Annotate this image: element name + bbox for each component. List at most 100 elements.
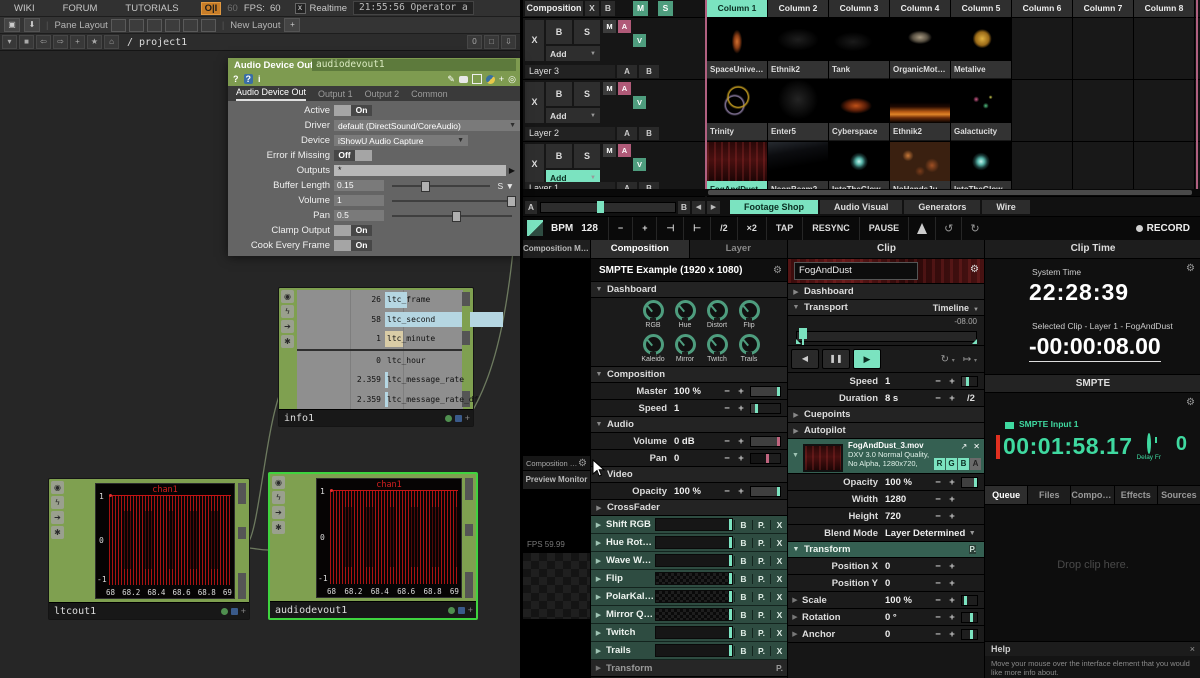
layout-preset-2[interactable] xyxy=(129,19,144,32)
browser-tab[interactable]: Queue xyxy=(985,486,1028,504)
plus-button[interactable]: + xyxy=(945,393,959,404)
browser-tab[interactable]: Compositions xyxy=(1071,486,1114,504)
clip-name[interactable]: Galactucity xyxy=(951,123,1011,140)
status-field[interactable]: 21:55:56 Operator a xyxy=(353,1,474,15)
effect-row[interactable]: ▶ Mirror Quad B P. X xyxy=(591,606,788,624)
minus-button[interactable]: − xyxy=(720,386,734,397)
clip-name[interactable]: SpaceUniverse xyxy=(707,61,767,78)
effect-remove-button[interactable]: X xyxy=(770,592,788,602)
opacity-value[interactable]: 100 % xyxy=(674,486,720,497)
expand-arrow-icon[interactable]: ▶ xyxy=(509,166,515,175)
bpm-button[interactable]: − xyxy=(608,217,632,240)
param-slider[interactable] xyxy=(961,629,978,640)
image-icon[interactable]: ▣ xyxy=(4,18,20,32)
empty-clip-cell[interactable] xyxy=(1012,80,1073,141)
layer-add-dropdown[interactable]: Add▼ xyxy=(546,108,600,123)
dialog-tab[interactable]: Common xyxy=(411,89,448,101)
dashboard-knob[interactable]: Trails xyxy=(733,332,765,365)
layer-video-button[interactable]: V xyxy=(633,96,646,109)
panel-tab[interactable]: Layer xyxy=(690,240,789,258)
info-channel-list[interactable]: 26 ltc_frame 58 ltc_second 1 xyxy=(297,290,463,409)
minus-button[interactable]: − xyxy=(720,453,734,464)
buffer-length-slider[interactable] xyxy=(392,180,490,191)
io-indicator[interactable]: O|I xyxy=(201,2,222,15)
layer-solo-button[interactable]: S xyxy=(574,144,600,168)
comment-icon[interactable] xyxy=(459,76,468,83)
layer-audio-button[interactable]: A xyxy=(618,144,631,157)
effect-row[interactable]: ▶ Hue Rotate B P. X xyxy=(591,534,788,552)
gear-icon[interactable]: ⚙ xyxy=(1186,263,1195,274)
bpm-button[interactable]: + xyxy=(632,217,656,240)
effect-bypass-button[interactable]: B xyxy=(734,574,752,584)
bypass-flag-icon[interactable]: ϟ xyxy=(272,491,285,504)
dashboard-section[interactable]: ▼Dashboard xyxy=(591,282,788,298)
gear-icon[interactable]: ⚙ xyxy=(1186,397,1195,408)
star-icon[interactable]: ★ xyxy=(87,35,102,49)
clip-cell[interactable]: Metalive xyxy=(951,18,1012,79)
outputs-field[interactable]: * xyxy=(334,165,506,176)
clip-speed-value[interactable]: 1 xyxy=(885,376,931,387)
node-name[interactable]: ltcout1 xyxy=(54,606,96,617)
green-dot-icon[interactable] xyxy=(448,607,455,614)
effect-remove-button[interactable]: X xyxy=(770,520,788,530)
master-s-button[interactable]: S xyxy=(658,1,673,16)
layer-name[interactable]: Layer 2 xyxy=(525,127,615,140)
green-dot-icon[interactable] xyxy=(221,608,228,615)
buffer-length-value[interactable]: 0.15 xyxy=(334,180,384,191)
minus-button[interactable]: − xyxy=(720,436,734,447)
effect-mix-slider[interactable] xyxy=(655,626,733,639)
clip-cell[interactable]: Ethnik2 xyxy=(768,18,829,79)
effect-name[interactable]: Wave Warp xyxy=(606,555,655,566)
effect-mix-slider[interactable] xyxy=(655,518,733,531)
layout-preset-4[interactable] xyxy=(165,19,180,32)
clip-thumbnail[interactable] xyxy=(890,80,950,123)
clip-thumbnail[interactable] xyxy=(829,18,889,61)
clip-thumbnail[interactable] xyxy=(829,80,889,123)
knob-icon[interactable] xyxy=(643,334,664,355)
loop-mode-icon[interactable]: ↻ ▾ xyxy=(941,354,955,365)
bpm-value[interactable]: 128 xyxy=(581,217,598,240)
effect-row[interactable]: ▶ Twitch B P. X xyxy=(591,624,788,642)
viewer-flag-icon[interactable]: ◉ xyxy=(272,476,285,489)
undo-icon[interactable]: ↺ xyxy=(935,217,961,240)
bpm-button[interactable]: PAUSE xyxy=(859,217,908,240)
clip-name[interactable]: Cyberspace xyxy=(829,123,889,140)
empty-clip-cell[interactable] xyxy=(1073,80,1134,141)
effect-preset-button[interactable]: P. xyxy=(752,520,770,530)
composition-monitor-view[interactable] xyxy=(523,259,590,455)
home-icon[interactable]: ⌂ xyxy=(104,35,119,49)
metronome-icon[interactable] xyxy=(908,217,935,240)
clip-speed-slider[interactable] xyxy=(961,376,978,387)
active-toggle[interactable]: On xyxy=(334,105,372,116)
clip-cell[interactable]: IntoTheGlow xyxy=(829,142,890,196)
dashboard-knob[interactable]: Flip xyxy=(733,298,765,331)
effect-bypass-button[interactable]: B xyxy=(734,628,752,638)
grid-scrollbar[interactable] xyxy=(523,189,1200,196)
info-icon[interactable]: i xyxy=(258,74,261,84)
effect-bypass-button[interactable]: B xyxy=(734,556,752,566)
clip-cell[interactable]: Galactucity xyxy=(951,80,1012,141)
clip-name[interactable]: Metalive xyxy=(951,61,1011,78)
dashboard-knob[interactable]: RGB xyxy=(637,298,669,331)
audio-section[interactable]: ▼Audio xyxy=(591,417,788,433)
empty-clip-cell[interactable] xyxy=(1134,80,1195,141)
cook-flag-icon[interactable]: ✱ xyxy=(51,526,64,539)
clip-opacity-value[interactable]: 100 % xyxy=(885,477,931,488)
transform-section[interactable]: ▶TransformP. xyxy=(591,660,788,677)
effect-remove-button[interactable]: X xyxy=(770,574,788,584)
operator-name-field[interactable]: audiodevout1 xyxy=(312,59,516,71)
dialog-tab[interactable]: Audio Device Out xyxy=(236,87,306,101)
node-name[interactable]: info1 xyxy=(284,413,314,424)
volume-value[interactable]: 1 xyxy=(334,195,384,206)
knob-icon[interactable] xyxy=(739,300,760,321)
layer-audio-button[interactable]: A xyxy=(618,20,631,33)
transport-section[interactable]: ▼TransportTimeline▼ xyxy=(788,300,985,316)
effect-remove-button[interactable]: X xyxy=(770,628,788,638)
edit-icon[interactable]: ✎ xyxy=(447,74,455,85)
clip-opacity-slider[interactable] xyxy=(961,477,978,488)
pause-button[interactable]: ❚❚ xyxy=(822,349,850,369)
add-layout-button[interactable]: + xyxy=(284,18,300,32)
effect-remove-button[interactable]: X xyxy=(770,610,788,620)
column-header[interactable]: Column 4 xyxy=(890,0,951,17)
layer-bypass-button[interactable]: B xyxy=(546,20,572,44)
